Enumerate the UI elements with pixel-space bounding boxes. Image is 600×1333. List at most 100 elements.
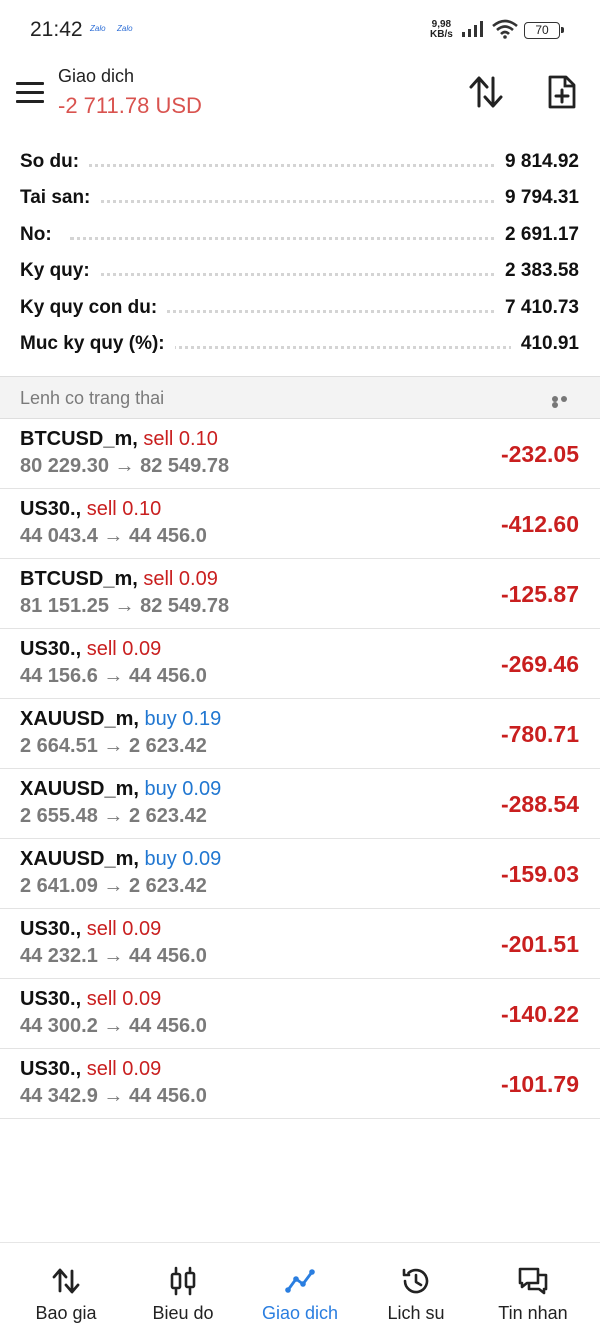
summary-value: 7 410.73 bbox=[495, 296, 579, 319]
position-row[interactable]: XAUUSD_m, buy 0.09 2 655.48 → 2 623.42 -… bbox=[0, 769, 600, 839]
position-symbol: US30., bbox=[20, 918, 82, 940]
position-title: US30., sell 0.09 bbox=[20, 988, 161, 1011]
summary-value: 410.91 bbox=[510, 332, 579, 355]
sort-icon[interactable] bbox=[466, 74, 506, 110]
dotted-leader bbox=[70, 236, 520, 240]
more-options-icon[interactable] bbox=[552, 396, 578, 408]
position-profit: -412.60 bbox=[500, 511, 579, 537]
summary-row-balance: So du: 9 814.92 bbox=[0, 146, 600, 182]
position-side: sell 0.09 bbox=[86, 988, 162, 1010]
summary-label: No: bbox=[20, 223, 62, 246]
position-side: sell 0.09 bbox=[86, 638, 162, 660]
position-symbol: XAUUSD_m, bbox=[20, 778, 139, 800]
position-side: sell 0.10 bbox=[86, 498, 162, 520]
position-profit: -288.54 bbox=[500, 791, 579, 817]
position-row[interactable]: US30., sell 0.09 44 156.6 → 44 456.0 -26… bbox=[0, 629, 600, 699]
position-symbol: US30., bbox=[20, 988, 82, 1010]
summary-row-margin-level: Muc ky quy (%): 410.91 bbox=[0, 328, 600, 364]
position-prices: 2 641.09 → 2 623.42 bbox=[20, 875, 207, 897]
position-prices: 81 151.25 → 82 549.78 bbox=[20, 595, 230, 617]
position-side: buy 0.19 bbox=[144, 708, 222, 730]
position-side: sell 0.09 bbox=[86, 1058, 162, 1080]
nav-tab-history[interactable]: Lich su bbox=[356, 1243, 476, 1333]
position-prices: 44 300.2 → 44 456.0 bbox=[20, 1015, 207, 1037]
summary-label: So du: bbox=[20, 151, 90, 173]
position-side: sell 0.10 bbox=[143, 428, 218, 450]
bottom-navigation: Bao gia Bieu do Giao dich Lich su Tin nh… bbox=[0, 1242, 600, 1333]
open-positions-header: Lenh co trang thai bbox=[0, 376, 600, 419]
zalo-notification-icon: Zalo bbox=[117, 24, 133, 33]
nav-tab-quotes[interactable]: Bao gia bbox=[6, 1243, 126, 1333]
position-symbol: XAUUSD_m, bbox=[20, 848, 139, 870]
summary-row-debt: No: 2 691.17 bbox=[0, 219, 600, 255]
account-summary: So du: 9 814.92 Tai san: 9 794.31 No: 2 … bbox=[0, 146, 600, 364]
position-prices: 44 156.6 → 44 456.0 bbox=[20, 665, 207, 687]
summary-row-free-margin: Ky quy con du: 7 410.73 bbox=[0, 292, 600, 328]
section-title: Lenh co trang thai bbox=[20, 388, 165, 408]
summary-value: 2 691.17 bbox=[495, 223, 579, 246]
position-title: US30., sell 0.09 bbox=[20, 1058, 161, 1081]
position-profit: -232.05 bbox=[500, 441, 579, 467]
position-row[interactable]: US30., sell 0.09 44 232.1 → 44 456.0 -20… bbox=[0, 909, 600, 979]
position-prices: 44 043.4 → 44 456.0 bbox=[20, 525, 207, 547]
position-row[interactable]: BTCUSD_m, sell 0.10 80 229.30 → 82 549.7… bbox=[0, 419, 600, 489]
menu-icon[interactable] bbox=[16, 82, 44, 104]
position-symbol: US30., bbox=[20, 1058, 82, 1080]
position-row[interactable]: XAUUSD_m, buy 0.09 2 641.09 → 2 623.42 -… bbox=[0, 839, 600, 909]
position-row[interactable]: BTCUSD_m, sell 0.09 81 151.25 → 82 549.7… bbox=[0, 559, 600, 629]
position-profit: -159.03 bbox=[500, 861, 579, 887]
position-symbol: BTCUSD_m, bbox=[20, 428, 138, 450]
position-prices: 80 229.30 → 82 549.78 bbox=[20, 455, 230, 477]
position-row[interactable]: US30., sell 0.10 44 043.4 → 44 456.0 -41… bbox=[0, 489, 600, 559]
position-row[interactable]: US30., sell 0.09 44 300.2 → 44 456.0 -14… bbox=[0, 979, 600, 1049]
position-title: BTCUSD_m, sell 0.10 bbox=[20, 428, 218, 451]
summary-value: 2 383.58 bbox=[495, 260, 579, 283]
network-speed-unit: KB/s bbox=[430, 29, 453, 40]
battery-icon: 70 bbox=[524, 22, 564, 39]
history-clock-icon bbox=[402, 1268, 429, 1294]
summary-value: 9 794.31 bbox=[495, 187, 579, 210]
nav-label: Lich su bbox=[387, 1303, 445, 1323]
nav-tab-messages[interactable]: Tin nhan bbox=[473, 1243, 593, 1333]
position-title: XAUUSD_m, buy 0.09 bbox=[20, 778, 221, 801]
position-side: sell 0.09 bbox=[86, 918, 162, 940]
position-profit: -201.51 bbox=[500, 931, 579, 957]
position-side: buy 0.09 bbox=[144, 848, 222, 870]
position-row[interactable]: US30., sell 0.09 44 342.9 → 44 456.0 -10… bbox=[0, 1049, 600, 1119]
new-order-icon[interactable] bbox=[544, 74, 580, 110]
signal-icon bbox=[462, 21, 483, 37]
trade-line-icon bbox=[285, 1269, 315, 1293]
dotted-leader bbox=[70, 200, 520, 204]
position-title: XAUUSD_m, buy 0.09 bbox=[20, 848, 221, 871]
candlestick-chart-icon bbox=[170, 1266, 196, 1296]
position-row[interactable]: XAUUSD_m, buy 0.19 2 664.51 → 2 623.42 -… bbox=[0, 699, 600, 769]
wifi-icon bbox=[492, 19, 518, 39]
status-time: 21:42 bbox=[30, 18, 83, 41]
position-prices: 44 342.9 → 44 456.0 bbox=[20, 1085, 207, 1107]
page-title: Giao dich bbox=[58, 66, 135, 86]
nav-tab-charts[interactable]: Bieu do bbox=[123, 1243, 243, 1333]
floating-profit-loss: -2 711.78 USD bbox=[58, 93, 202, 118]
summary-value: 9 814.92 bbox=[495, 151, 579, 173]
nav-label: Tin nhan bbox=[498, 1303, 568, 1323]
position-profit: -101.79 bbox=[500, 1071, 579, 1097]
position-symbol: BTCUSD_m, bbox=[20, 568, 138, 590]
positions-list: BTCUSD_m, sell 0.10 80 229.30 → 82 549.7… bbox=[0, 419, 600, 1119]
position-side: buy 0.09 bbox=[144, 778, 222, 800]
summary-row-margin: Ky quy: 2 383.58 bbox=[0, 255, 600, 291]
position-prices: 44 232.1 → 44 456.0 bbox=[20, 945, 207, 967]
nav-label: Bieu do bbox=[152, 1303, 214, 1323]
nav-tab-trade[interactable]: Giao dich bbox=[240, 1243, 360, 1333]
position-title: US30., sell 0.09 bbox=[20, 638, 161, 661]
position-symbol: XAUUSD_m, bbox=[20, 708, 139, 730]
network-speed: 9,98 KB/s bbox=[430, 20, 453, 40]
position-title: US30., sell 0.09 bbox=[20, 918, 161, 941]
nav-label: Bao gia bbox=[35, 1303, 97, 1323]
dotted-leader bbox=[70, 273, 520, 277]
quotes-arrows-icon bbox=[52, 1268, 80, 1294]
summary-label: Muc ky quy (%): bbox=[20, 332, 175, 355]
position-side: sell 0.09 bbox=[143, 568, 218, 590]
position-profit: -125.87 bbox=[500, 581, 579, 607]
position-prices: 2 664.51 → 2 623.42 bbox=[20, 735, 207, 757]
summary-label: Ky quy con du: bbox=[20, 296, 168, 319]
